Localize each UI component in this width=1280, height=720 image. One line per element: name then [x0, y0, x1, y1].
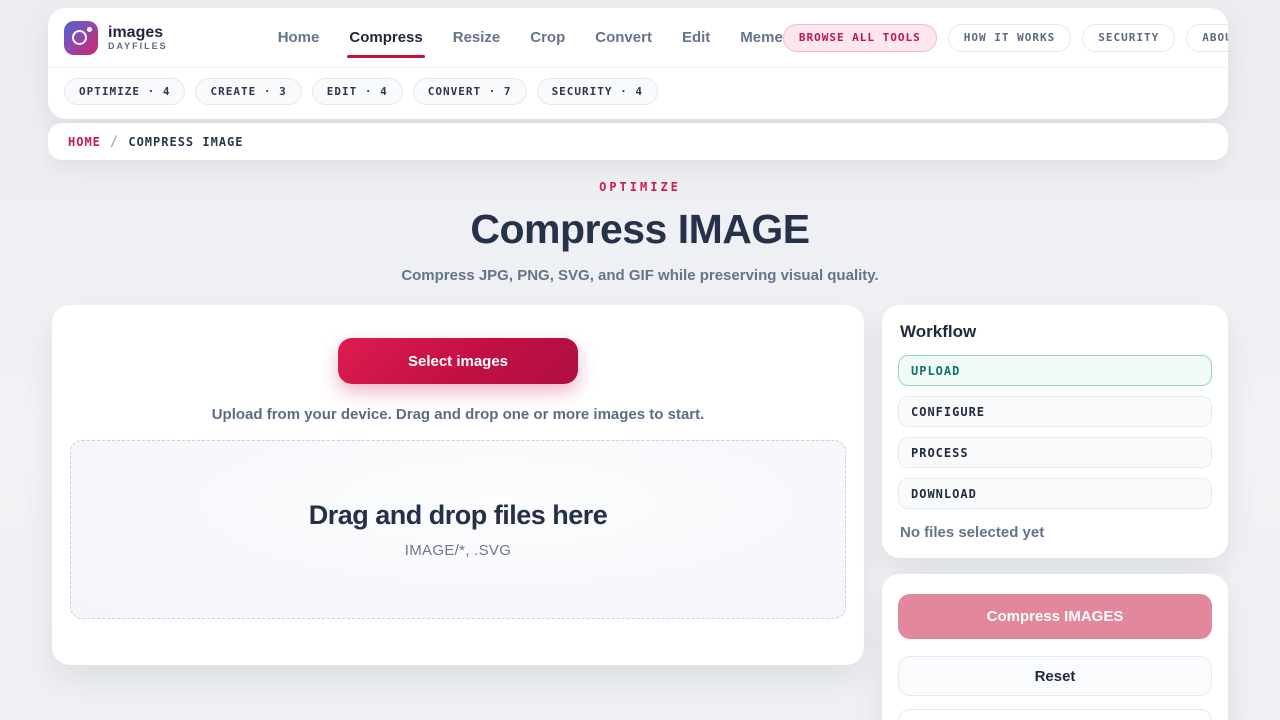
main-content: Select images Upload from your device. D… — [52, 305, 1280, 720]
category-pills: OPTIMIZE · 4 CREATE · 3 EDIT · 4 CONVERT… — [48, 68, 1228, 119]
brand-logo-icon — [64, 21, 98, 55]
workflow-step-process: PROCESS — [898, 437, 1212, 468]
nav-item-resize[interactable]: Resize — [453, 11, 501, 64]
uploader-card: Select images Upload from your device. D… — [52, 305, 864, 665]
workflow-card: Workflow UPLOAD CONFIGURE PROCESS DOWNLO… — [882, 305, 1228, 558]
header-actions: BROWSE ALL TOOLS HOW IT WORKS SECURITY A… — [783, 24, 1228, 52]
nav-item-crop[interactable]: Crop — [530, 11, 565, 64]
nav-item-meme[interactable]: Meme — [740, 11, 783, 64]
browse-all-tools-button[interactable]: BROWSE ALL TOOLS — [783, 24, 937, 52]
brand-name: images — [108, 24, 168, 41]
nav-links: Home Compress Resize Crop Convert Edit M… — [278, 11, 783, 64]
category-pill-create[interactable]: CREATE · 3 — [195, 78, 301, 105]
brand[interactable]: images DAYFILES — [64, 21, 168, 55]
upload-hint: Upload from your device. Drag and drop o… — [70, 406, 846, 423]
page-subtitle: Compress JPG, PNG, SVG, and GIF while pr… — [0, 267, 1280, 284]
nav-item-edit[interactable]: Edit — [682, 11, 710, 64]
about-button[interactable]: ABOUT — [1186, 24, 1228, 52]
sidebar: Workflow UPLOAD CONFIGURE PROCESS DOWNLO… — [882, 305, 1228, 720]
page-title: Compress IMAGE — [0, 206, 1280, 253]
dropzone-accepted-formats: IMAGE/*, .SVG — [405, 542, 511, 559]
empty-state-text: No files selected yet — [898, 524, 1212, 541]
workflow-step-upload: UPLOAD — [898, 355, 1212, 386]
brand-subtitle: DAYFILES — [108, 41, 168, 51]
reset-button[interactable]: Reset — [898, 656, 1212, 696]
header: images DAYFILES Home Compress Resize Cro… — [48, 8, 1228, 119]
workflow-step-download: DOWNLOAD — [898, 478, 1212, 509]
workflow-step-configure: CONFIGURE — [898, 396, 1212, 427]
dropzone[interactable]: Drag and drop files here IMAGE/*, .SVG — [70, 440, 846, 619]
nav-item-compress[interactable]: Compress — [349, 11, 422, 64]
workflow-steps: UPLOAD CONFIGURE PROCESS DOWNLOAD — [898, 355, 1212, 509]
workflow-title: Workflow — [898, 322, 1212, 342]
brand-text: images DAYFILES — [108, 24, 168, 51]
breadcrumb: HOME / COMPRESS IMAGE — [48, 123, 1228, 160]
breadcrumb-separator: / — [110, 134, 119, 150]
hero-eyebrow: OPTIMIZE — [0, 180, 1280, 194]
page: images DAYFILES Home Compress Resize Cro… — [0, 8, 1280, 720]
hero: OPTIMIZE Compress IMAGE Compress JPG, PN… — [0, 180, 1280, 284]
nav-item-home[interactable]: Home — [278, 11, 320, 64]
nav-bar: images DAYFILES Home Compress Resize Cro… — [48, 8, 1228, 68]
category-pill-convert[interactable]: CONVERT · 7 — [413, 78, 527, 105]
dropzone-title: Drag and drop files here — [309, 500, 608, 531]
category-pill-security[interactable]: SECURITY · 4 — [537, 78, 658, 105]
nav-item-convert[interactable]: Convert — [595, 11, 652, 64]
how-it-works-button[interactable]: HOW IT WORKS — [948, 24, 1071, 52]
category-pill-edit[interactable]: EDIT · 4 — [312, 78, 403, 105]
compress-images-button[interactable]: Compress IMAGES — [898, 594, 1212, 639]
category-pill-optimize[interactable]: OPTIMIZE · 4 — [64, 78, 185, 105]
breadcrumb-home-link[interactable]: HOME — [68, 135, 101, 149]
select-images-button[interactable]: Select images — [338, 338, 578, 384]
breadcrumb-current: COMPRESS IMAGE — [128, 135, 243, 149]
action-button-partial[interactable] — [898, 709, 1212, 720]
security-button[interactable]: SECURITY — [1082, 24, 1175, 52]
actions-card: Compress IMAGES Reset — [882, 574, 1228, 720]
